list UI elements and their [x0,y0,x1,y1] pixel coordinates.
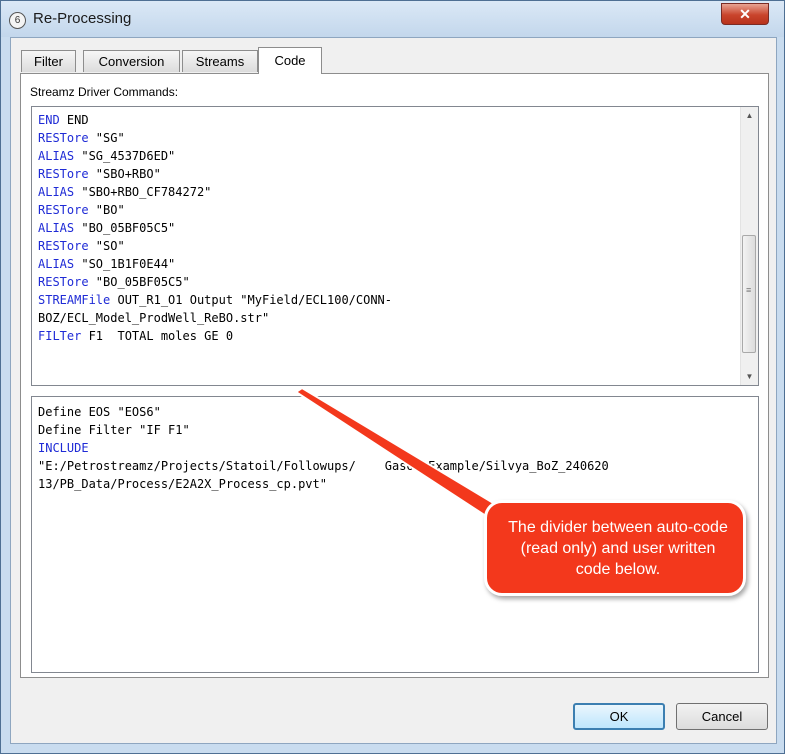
tab-code[interactable]: Code [258,47,322,74]
callout-arrow [295,387,501,521]
annotation-text: The divider between auto-code (read only… [508,519,728,578]
annotation-callout: The divider between auto-code (read only… [484,500,746,596]
